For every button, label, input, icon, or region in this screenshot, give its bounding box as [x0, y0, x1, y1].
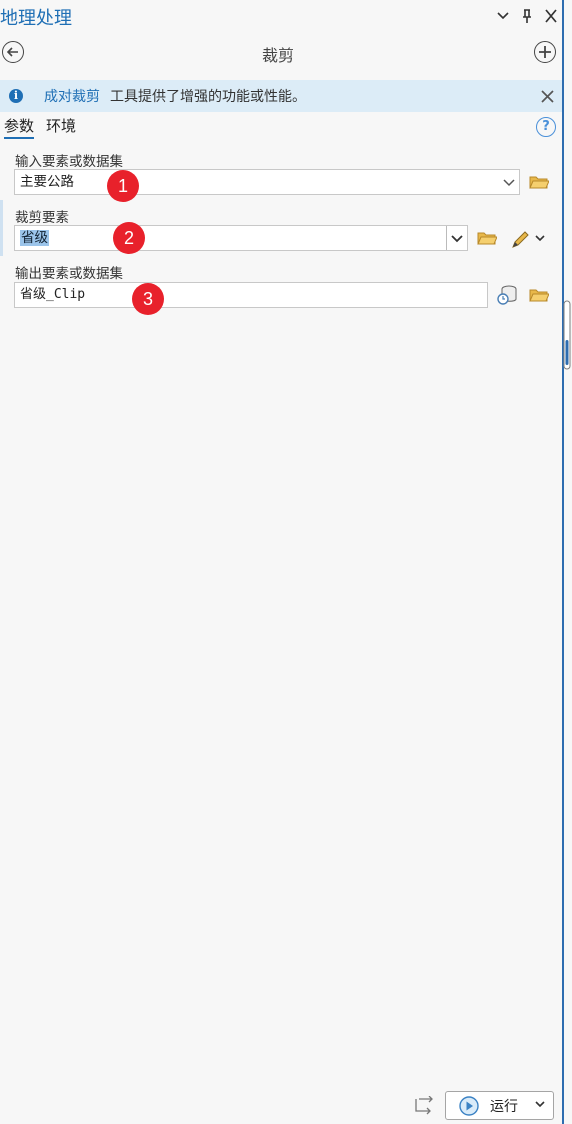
- close-icon[interactable]: [544, 7, 558, 25]
- info-message: 工具提供了增强的功能或性能。: [110, 89, 306, 105]
- run-label: 运行: [490, 1098, 518, 1115]
- folder-icon[interactable]: [529, 287, 550, 303]
- pairwise-clip-link[interactable]: 成对裁剪: [44, 86, 100, 106]
- pane-right-border: [562, 0, 564, 1124]
- info-banner: i 成对裁剪 工具提供了增强的功能或性能。: [0, 80, 562, 112]
- chevron-down-icon[interactable]: [446, 226, 467, 250]
- tab-strip: 参数 环境: [4, 115, 76, 139]
- pin-icon[interactable]: [520, 7, 534, 25]
- help-icon[interactable]: ?: [536, 117, 556, 137]
- chevron-down-icon[interactable]: [533, 1097, 547, 1115]
- chevron-down-icon[interactable]: [499, 170, 519, 194]
- play-icon: [458, 1095, 480, 1117]
- dismiss-icon[interactable]: [541, 88, 554, 107]
- batch-icon[interactable]: [413, 1095, 435, 1118]
- tab-parameters[interactable]: 参数: [4, 115, 35, 139]
- clip-features-combo[interactable]: 省级: [14, 225, 468, 251]
- database-icon[interactable]: [496, 284, 518, 306]
- input-features-value: 主要公路: [20, 174, 74, 190]
- output-dataset-value: 省级_Clip: [20, 287, 86, 302]
- info-icon: i: [9, 89, 23, 103]
- chevron-down-icon[interactable]: [496, 7, 510, 25]
- input-features-combo[interactable]: 主要公路: [14, 169, 520, 195]
- add-icon[interactable]: [534, 41, 556, 63]
- annotation-badge: 1: [107, 170, 139, 202]
- tool-title: 裁剪: [261, 46, 294, 65]
- output-dataset-field[interactable]: 省级_Clip: [14, 282, 488, 308]
- clip-features-value: 省级: [20, 230, 49, 246]
- scrollbar[interactable]: [563, 300, 571, 370]
- folder-icon[interactable]: [477, 230, 498, 246]
- annotation-badge: 2: [113, 222, 145, 254]
- pane-controls: [496, 7, 558, 25]
- folder-icon[interactable]: [529, 174, 550, 190]
- pencil-icon[interactable]: [510, 228, 548, 250]
- input-label: 输入要素或数据集: [15, 154, 123, 170]
- pane-title: 地理处理: [0, 8, 72, 29]
- clip-label: 裁剪要素: [15, 210, 69, 226]
- annotation-badge: 3: [132, 283, 164, 315]
- output-label: 输出要素或数据集: [15, 266, 123, 282]
- run-button[interactable]: 运行: [445, 1091, 554, 1120]
- tab-environments[interactable]: 环境: [46, 115, 76, 139]
- active-parameter-indicator: [0, 200, 3, 256]
